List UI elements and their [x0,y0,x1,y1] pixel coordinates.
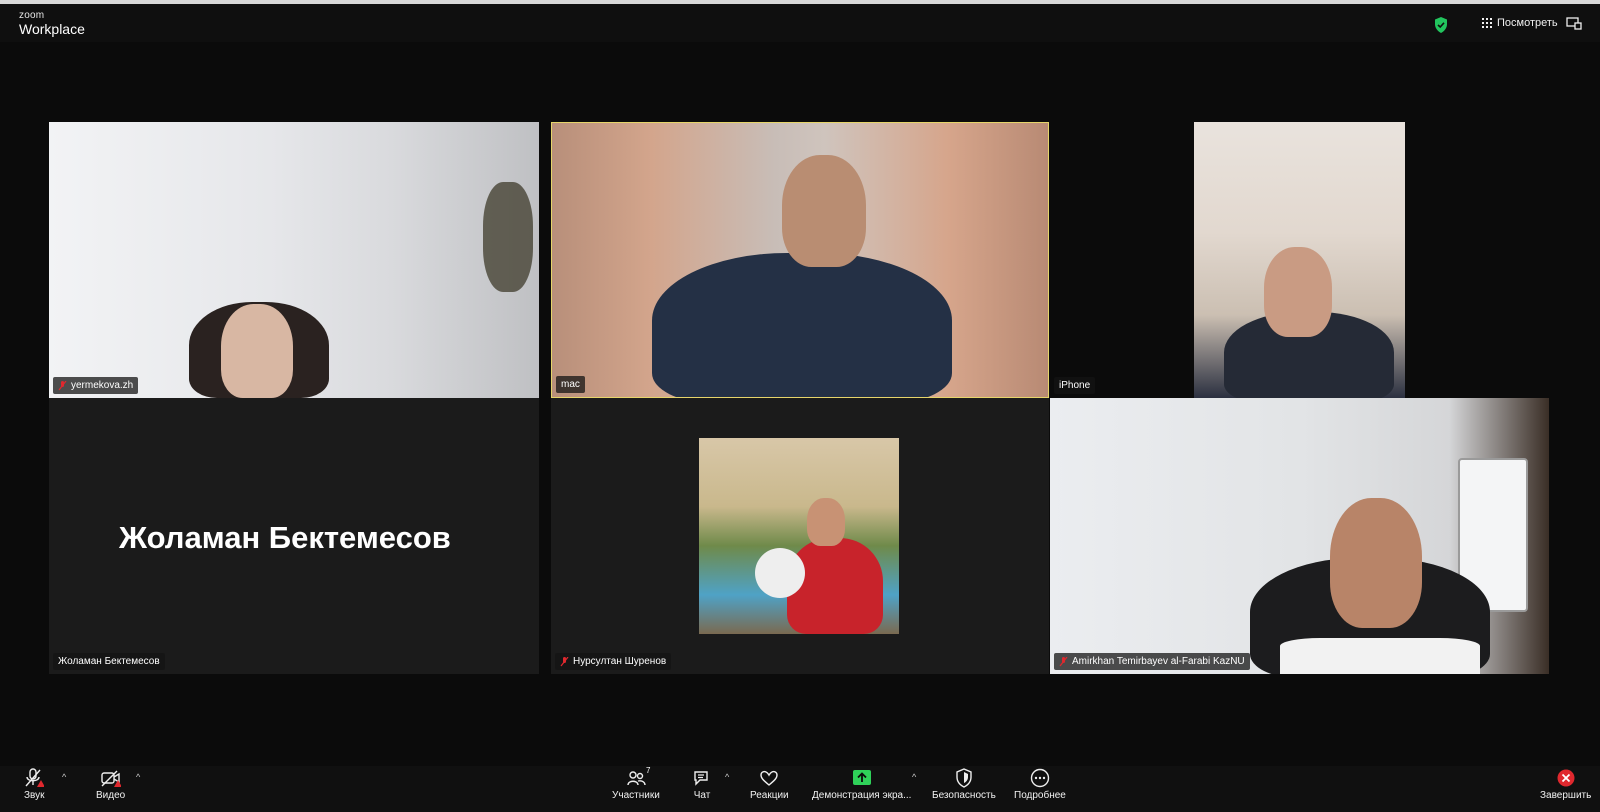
security-shield-icon [956,768,972,788]
participant-face [807,498,845,546]
chat-button[interactable]: Чат [692,768,712,801]
name-tag: iPhone [1054,377,1096,394]
participant-name: iPhone [1059,380,1091,391]
end-meeting-icon [1557,769,1575,787]
participant-name: mac [561,379,580,390]
participants-button[interactable]: Участники [612,768,660,801]
participants-label: Участники [612,790,660,801]
view-button[interactable]: Посмотреть [1482,17,1558,29]
microphone-warning-icon [25,768,45,787]
chat-icon [694,771,708,786]
chat-options-caret-icon[interactable]: ^ [725,772,729,782]
audio-label: Звук [24,790,45,801]
video-tile-iphone[interactable]: iPhone [1050,122,1549,398]
participant-name: Жоламан Бектемесов [58,656,160,667]
video-tile-nursultan[interactable]: Нурсултан Шуренов [551,398,1049,674]
camera-off-participant-name: Жоламан Бектемесов [119,520,451,555]
video-button[interactable]: Видео [96,768,125,801]
end-meeting-button[interactable]: Завершить [1540,768,1591,801]
participant-name: Нурсултан Шуренов [573,656,667,667]
name-tag: yermekova.zh [53,377,139,394]
participant-face [1330,498,1422,628]
screen-mode-icon[interactable] [1566,17,1582,31]
video-label: Видео [96,790,126,801]
security-label: Безопасность [932,790,996,801]
share-options-caret-icon[interactable]: ^ [912,772,916,782]
video-tile-mac-active-speaker[interactable]: mac [551,122,1049,398]
participant-video [652,253,952,397]
participant-video [1194,122,1405,398]
video-tile-yermekova[interactable]: yermekova.zh [49,122,539,398]
video-gallery: yermekova.zh mac iPhone Жоламан Бектемес… [0,42,1600,766]
share-screen-button[interactable]: Демонстрация экра... [812,768,911,801]
mic-muted-icon [560,656,569,666]
heart-icon [760,770,779,786]
grid-view-icon [1482,18,1492,28]
audio-options-caret-icon[interactable]: ^ [62,772,66,782]
end-meeting-label: Завершить [1540,790,1592,801]
participant-shirt [1280,638,1480,674]
participant-name: Amirkhan Temirbayev al-Farabi KazNU [1072,656,1245,667]
reactions-label: Реакции [750,790,789,801]
participant-face [1264,247,1332,337]
camera-warning-icon [100,770,121,787]
participant-face [782,155,866,267]
security-button[interactable]: Безопасность [932,768,996,801]
name-tag: Нурсултан Шуренов [555,653,672,670]
mic-muted-icon [58,380,67,390]
participant-face [221,304,293,398]
more-label: Подробнее [1014,790,1066,801]
zoom-workplace-logo: zoom Workplace [19,10,85,37]
name-tag: Amirkhan Temirbayev al-Farabi KazNU [1054,653,1250,670]
participant-name: yermekova.zh [71,380,134,391]
participant-body [787,538,883,634]
more-options-icon [1030,768,1050,788]
video-options-caret-icon[interactable]: ^ [136,772,140,782]
lamp-globe [755,548,805,598]
meeting-toolbar: Звук ^ Видео ^ Участники 7 Чат ^ Реакции… [0,766,1600,812]
video-tile-zholaman-camera-off[interactable]: Жоламан Бектемесов Жоламан Бектемесов [49,398,539,674]
mic-muted-icon [1059,656,1068,666]
top-bar: zoom Workplace Посмотреть [0,4,1600,42]
name-tag: Жоламан Бектемесов [53,653,165,670]
audio-button[interactable]: Звук [24,768,45,801]
participants-icon [627,771,646,786]
participant-profile-picture [699,438,899,634]
plant-decoration [483,182,533,292]
encryption-shield-icon[interactable] [1434,17,1448,33]
view-button-label: Посмотреть [1497,17,1558,29]
logo-workplace-text: Workplace [19,21,85,37]
logo-zoom-text: zoom [19,10,45,21]
participants-count: 7 [646,766,651,775]
more-button[interactable]: Подробнее [1014,768,1066,801]
video-tile-amirkhan[interactable]: Amirkhan Temirbayev al-Farabi KazNU [1050,398,1549,674]
share-screen-label: Демонстрация экра... [812,790,912,801]
name-tag: mac [556,376,585,393]
share-screen-icon [852,770,871,785]
reactions-button[interactable]: Реакции [750,768,789,801]
chat-label: Чат [693,790,711,801]
